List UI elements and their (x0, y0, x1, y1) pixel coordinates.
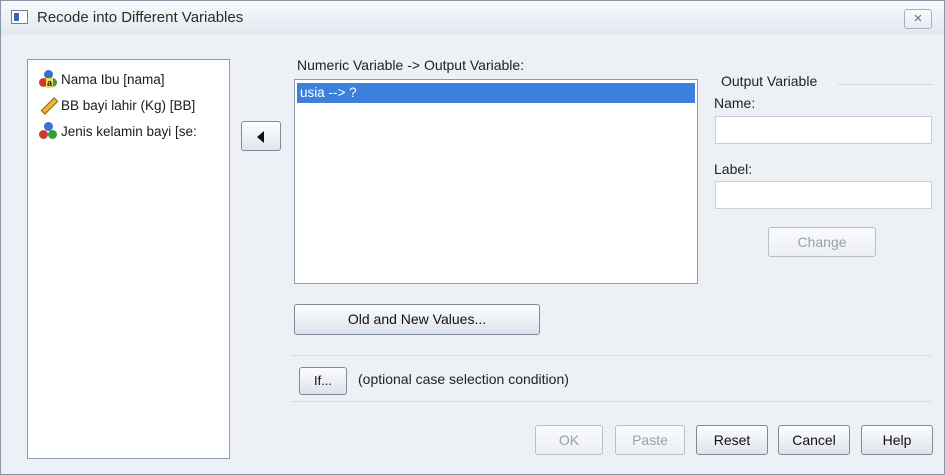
change-button[interactable]: Change (768, 227, 876, 257)
numeric-output-list[interactable]: usia --> ? (294, 79, 698, 284)
group-title: Output Variable (721, 73, 818, 89)
variable-label: Nama Ibu [nama] (61, 71, 165, 87)
group-divider (838, 84, 933, 85)
condition-description: (optional case selection condition) (358, 371, 569, 387)
nominal-string-icon: a (38, 69, 58, 89)
scale-ruler-icon (38, 95, 59, 115)
output-variable-group: Output Variable Name: Label: Change (708, 73, 933, 283)
old-and-new-values-button[interactable]: Old and New Values... (294, 304, 540, 335)
arrow-left-icon (257, 131, 264, 143)
nominal-icon (38, 121, 58, 141)
mapping-header: Numeric Variable -> Output Variable: (297, 57, 525, 73)
recode-dialog: Recode into Different Variables ✕ a Nama… (0, 0, 945, 475)
divider (291, 355, 931, 356)
title-bar: Recode into Different Variables ✕ (1, 1, 944, 35)
app-icon (11, 10, 28, 24)
if-button[interactable]: If... (299, 367, 347, 395)
reset-button[interactable]: Reset (696, 425, 768, 455)
list-item[interactable]: a Nama Ibu [nama] (38, 68, 165, 90)
ok-button[interactable]: OK (535, 425, 603, 455)
source-variable-list[interactable]: a Nama Ibu [nama] BB bayi lahir (Kg) [BB… (27, 59, 230, 459)
list-item[interactable]: Jenis kelamin bayi [se: (38, 120, 197, 142)
help-button[interactable]: Help (861, 425, 933, 455)
paste-button[interactable]: Paste (615, 425, 685, 455)
close-button[interactable]: ✕ (904, 9, 932, 29)
cancel-button[interactable]: Cancel (778, 425, 850, 455)
list-item[interactable]: usia --> ? (297, 83, 695, 103)
move-variable-button[interactable] (241, 121, 281, 151)
divider (291, 401, 931, 402)
dialog-title: Recode into Different Variables (37, 9, 244, 26)
variable-label: BB bayi lahir (Kg) [BB] (61, 97, 196, 113)
list-item[interactable]: BB bayi lahir (Kg) [BB] (38, 94, 195, 116)
name-label: Name: (714, 95, 756, 111)
label-field[interactable] (715, 181, 932, 209)
label-label: Label: (714, 161, 753, 177)
variable-label: Jenis kelamin bayi [se: (61, 123, 197, 139)
name-field[interactable] (715, 116, 932, 144)
